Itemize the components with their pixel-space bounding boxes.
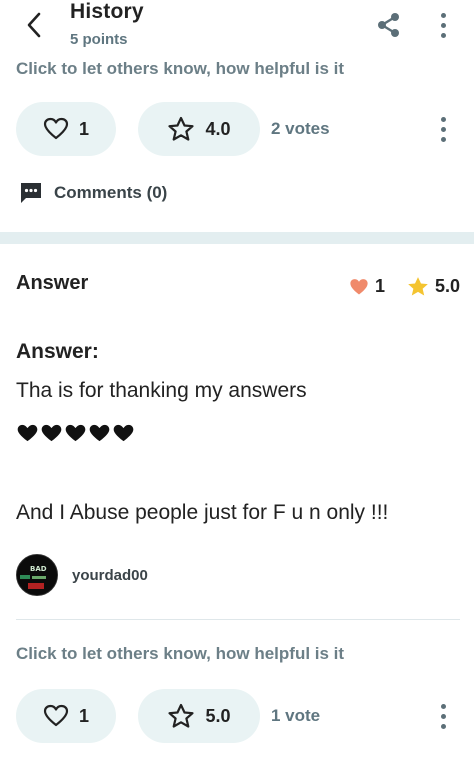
answer-label: Answer:	[16, 340, 99, 363]
share-button[interactable]	[374, 10, 404, 40]
rate-button[interactable]: 4.0	[138, 102, 260, 156]
rating-value: 5.0	[434, 276, 460, 296]
thanks-count: 1	[78, 705, 89, 726]
black-heart-icon	[89, 424, 110, 442]
avatar-text: BAD	[30, 565, 47, 573]
more-vertical-icon	[440, 116, 446, 122]
more-vertical-icon	[440, 12, 446, 18]
share-icon	[378, 13, 399, 37]
comment-icon	[21, 183, 41, 203]
black-heart-icon	[65, 424, 86, 442]
back-arrow-icon	[27, 12, 41, 38]
more-options-button[interactable]	[432, 8, 454, 42]
votes-count: 1 vote	[271, 706, 321, 725]
rating-value: 5.0	[205, 705, 231, 726]
points-label: 5 points	[70, 31, 128, 48]
answer-section-title: Answer	[16, 272, 89, 294]
votes-count: 2 votes	[271, 119, 330, 138]
heart-emoji-row	[16, 424, 135, 442]
thanks-count: 1	[78, 118, 89, 139]
heart-outline-icon	[43, 704, 69, 727]
star-outline-icon	[168, 116, 195, 141]
author-row[interactable]: BAD yourdad00	[16, 554, 148, 596]
star-filled-icon	[408, 277, 428, 296]
helpful-prompt: Click to let others know, how helpful is…	[16, 644, 345, 663]
black-heart-icon	[41, 424, 62, 442]
star-outline-icon	[168, 703, 195, 728]
answer-text-line: And I Abuse people just for F u n only !…	[16, 501, 389, 524]
comments-button[interactable]: Comments (0)	[20, 182, 167, 204]
black-heart-icon	[17, 424, 38, 442]
back-button[interactable]	[18, 8, 50, 42]
thanks-button[interactable]: 1	[16, 102, 116, 156]
answer-options-button[interactable]	[432, 112, 454, 146]
comments-label: Comments (0)	[54, 183, 168, 202]
rate-button[interactable]: 5.0	[138, 689, 260, 743]
thanks-button[interactable]: 1	[16, 689, 116, 743]
rating-value: 4.0	[205, 118, 231, 139]
divider	[16, 619, 460, 620]
answer-options-button[interactable]	[432, 699, 454, 733]
author-name[interactable]: yourdad00	[72, 567, 148, 584]
top-bar: History 5 points	[0, 0, 474, 62]
more-vertical-icon	[440, 703, 446, 709]
thanks-count: 1	[374, 276, 385, 296]
section-divider	[0, 232, 474, 244]
answer-stats: 1 5.0	[335, 276, 460, 297]
heart-filled-icon	[350, 278, 368, 294]
answer-text-line: Tha is for thanking my answers	[16, 379, 307, 402]
black-heart-icon	[113, 424, 134, 442]
heart-outline-icon	[43, 117, 69, 140]
page-title: History	[70, 0, 144, 23]
avatar[interactable]: BAD	[16, 554, 58, 596]
